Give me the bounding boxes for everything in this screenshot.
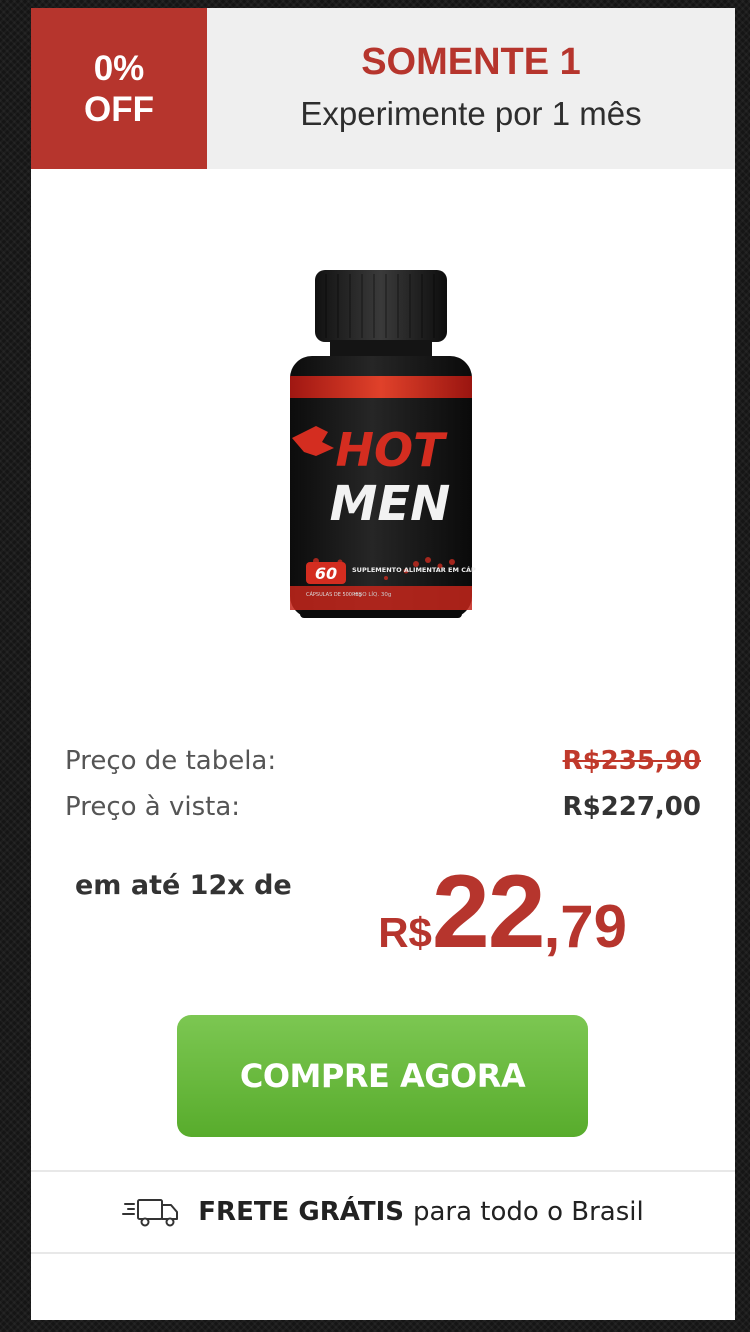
capsule-count: 60 [315,564,337,583]
net-weight: PESO LÍQ. 30g [352,591,391,598]
product-description: SUPLEMENTO ALIMENTAR EM CÁPSULAS [352,565,476,574]
installment-currency: R$ [378,909,432,956]
product-bottle-image: HOT MEN 60 CÁPSULAS DE 500 mg SUPLEMENTO… [290,270,476,618]
discount-off: OFF [84,89,154,129]
list-price-value: R$235,90 [562,746,701,776]
offer-header: 0% OFF SOMENTE 1 Experimente por 1 mês [31,8,735,169]
brand-hot-text: HOT [336,423,449,477]
free-shipping-label: FRETE GRÁTIS [198,1197,404,1227]
free-shipping-bar: FRETE GRÁTIS para todo o Brasil [31,1170,735,1254]
discount-badge: 0% OFF [31,8,207,169]
cash-price-label: Preço à vista: [65,792,241,822]
installment-price: R$ 22 ,79 [378,860,627,964]
offer-subtitle: Experimente por 1 mês [300,95,642,132]
discount-percent: 0% [93,48,145,88]
offer-title: SOMENTE 1 [361,41,581,83]
list-price-label: Preço de tabela: [65,746,277,776]
brand-men-text: MEN [330,476,451,532]
product-offer-card: 0% OFF SOMENTE 1 Experimente por 1 mês H… [31,8,735,1320]
installment-integer: 22 [431,854,546,970]
truck-icon [122,1199,179,1227]
cash-price-value: R$227,00 [562,792,701,822]
installments-label: em até 12x de [75,870,292,901]
installment-cents: ,79 [543,893,627,960]
buy-now-button[interactable]: COMPRE AGORA [177,1015,588,1137]
free-shipping-text: para todo o Brasil [412,1197,644,1227]
